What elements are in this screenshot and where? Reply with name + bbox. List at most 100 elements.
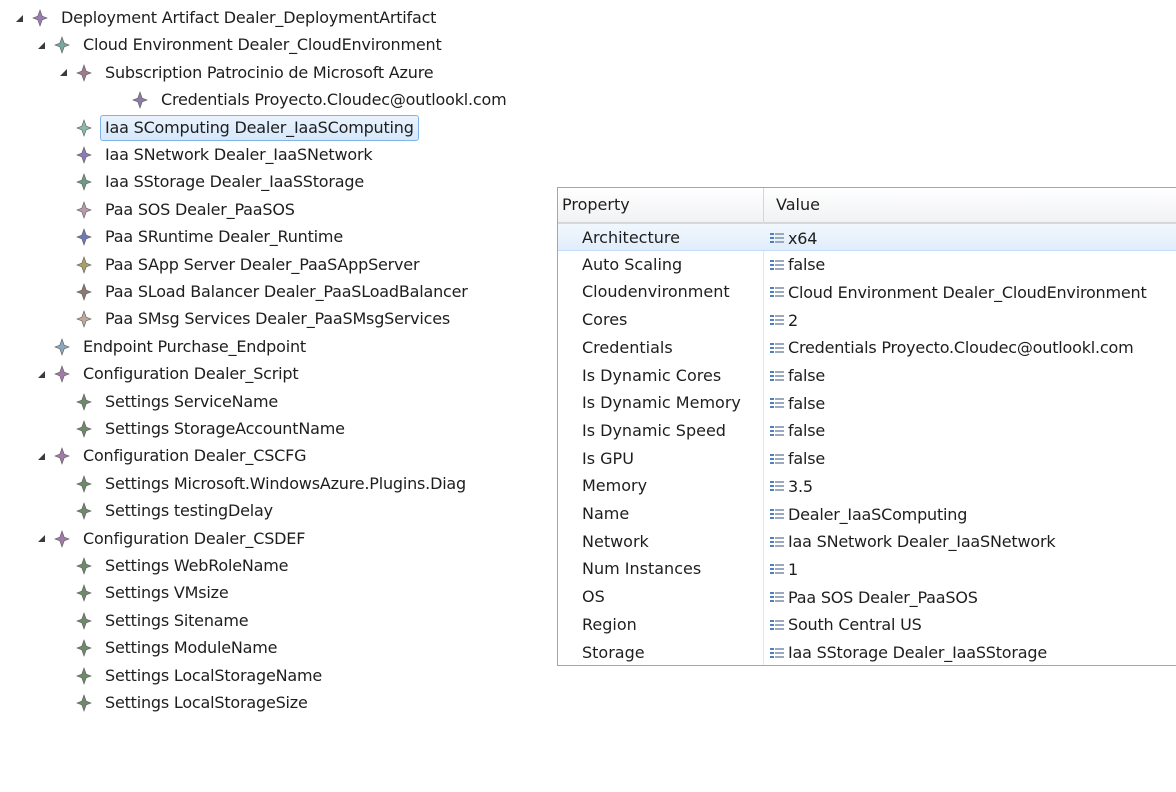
tree-item-configuration-dealer-cscfg[interactable]: Configuration Dealer_CSCFG [34, 442, 311, 470]
tree-item-credentials-proyecto-cloudec-outlookl-com[interactable]: Credentials Proyecto.Cloudec@outlookl.co… [112, 86, 511, 114]
property-value-icon [770, 481, 784, 492]
property-value-text: South Central US [788, 615, 922, 635]
tree-item-settings-testingdelay[interactable]: Settings testingDelay [56, 497, 278, 525]
property-name: Is Dynamic Speed [582, 420, 726, 440]
property-value[interactable]: 3.5 [770, 472, 813, 500]
tree-item-deployment-artifact-dealer-deploymentartifact[interactable]: Deployment Artifact Dealer_DeploymentArt… [12, 4, 441, 32]
tree-item-label: Settings LocalStorageSize [105, 693, 308, 712]
expand-triangle-icon[interactable] [34, 525, 48, 553]
expand-triangle-icon[interactable] [34, 31, 48, 59]
property-row-num-instances[interactable]: Num Instances 1 [558, 555, 1176, 583]
property-value[interactable]: Iaa SNetwork Dealer_IaaSNetwork [770, 528, 1056, 556]
property-value[interactable]: false [770, 389, 825, 417]
property-value-icon [770, 259, 784, 270]
tree-item-paa-sload-balancer-dealer-paasloadbalancer[interactable]: Paa SLoad Balancer Dealer_PaaSLoadBalanc… [56, 278, 473, 306]
property-value[interactable]: 1 [770, 555, 798, 583]
property-value[interactable]: x64 [770, 224, 817, 252]
tree-item-label: Paa SLoad Balancer Dealer_PaaSLoadBalanc… [105, 282, 468, 301]
diamond-node-icon [76, 146, 92, 164]
tree-item-settings-sitename[interactable]: Settings Sitename [56, 607, 253, 635]
property-value[interactable]: Dealer_IaaSComputing [770, 500, 967, 528]
tree-item-settings-localstoragename[interactable]: Settings LocalStorageName [56, 662, 327, 690]
diamond-node-icon [76, 173, 92, 192]
tree-item-settings-webrolename[interactable]: Settings WebRoleName [56, 552, 293, 580]
diamond-node-icon [76, 283, 92, 301]
property-row-architecture[interactable]: Architecture x64 [558, 223, 1176, 251]
property-row-is-dynamic-memory[interactable]: Is Dynamic Memory false [558, 389, 1176, 417]
tree-item-iaa-scomputing-dealer-iaascomputing[interactable]: Iaa SComputing Dealer_IaaSComputing [56, 114, 419, 142]
expand-triangle-icon[interactable] [12, 4, 26, 32]
property-column-header[interactable]: Property [562, 188, 762, 222]
property-row-name[interactable]: Name Dealer_IaaSComputing [558, 500, 1176, 528]
property-value[interactable]: false [770, 417, 825, 445]
property-value[interactable]: false [770, 362, 825, 390]
property-name: Architecture [582, 228, 680, 247]
tree-item-settings-modulename[interactable]: Settings ModuleName [56, 634, 282, 662]
property-value-text: x64 [788, 228, 818, 248]
property-row-is-dynamic-cores[interactable]: Is Dynamic Cores false [558, 362, 1176, 390]
property-row-cloudenvironment[interactable]: Cloudenvironment Cloud Environment Dealer… [558, 278, 1176, 306]
diamond-node-icon [76, 118, 92, 137]
property-row-auto-scaling[interactable]: Auto Scaling false [558, 251, 1176, 279]
tree-item-settings-localstoragesize[interactable]: Settings LocalStorageSize [56, 689, 313, 717]
property-value[interactable]: Credentials Proyecto.Cloudec@outlookl.co… [770, 334, 1134, 362]
tree-item-paa-sruntime-dealer-runtime[interactable]: Paa SRuntime Dealer_Runtime [56, 223, 348, 251]
property-value-text: Dealer_IaaSComputing [788, 504, 968, 524]
tree-item-settings-servicename[interactable]: Settings ServiceName [56, 388, 283, 416]
column-divider[interactable] [763, 188, 764, 222]
property-row-storage[interactable]: Storage Iaa SStorage Dealer_IaaSStorage [558, 639, 1176, 666]
tree-item-label: Settings testingDelay [105, 501, 273, 521]
tree-item-label: Iaa SComputing Dealer_IaaSComputing [100, 114, 419, 141]
tree-item-configuration-dealer-csdef[interactable]: Configuration Dealer_CSDEF [34, 525, 310, 553]
tree-item-paa-sapp-server-dealer-paasappserver[interactable]: Paa SApp Server Dealer_PaaSAppServer [56, 251, 424, 279]
diamond-node-icon [132, 91, 148, 110]
tree-item-configuration-dealer-script[interactable]: Configuration Dealer_Script [34, 360, 303, 388]
property-value[interactable]: Cloud Environment Dealer_CloudEnvironmen… [770, 278, 1147, 306]
property-row-network[interactable]: Network Iaa SNetwork Dealer_IaaSNetwork [558, 528, 1176, 556]
property-name: Is GPU [582, 448, 634, 468]
property-row-region[interactable]: Region South Central US [558, 611, 1176, 639]
tree-item-settings-microsoft-windowsazure-plugins-diag[interactable]: Settings Microsoft.WindowsAzure.Plugins.… [56, 470, 471, 498]
property-name: OS [582, 587, 605, 607]
diamond-node-icon [54, 529, 70, 548]
properties-header: Property Value [558, 188, 1176, 223]
tree-item-settings-vmsize[interactable]: Settings VMsize [56, 579, 234, 607]
tree-item-paa-sos-dealer-paasos[interactable]: Paa SOS Dealer_PaaSOS [56, 196, 300, 224]
expand-triangle-icon[interactable] [34, 360, 48, 388]
property-row-is-gpu[interactable]: Is GPU false [558, 445, 1176, 473]
property-value[interactable]: 2 [770, 306, 798, 334]
property-row-memory[interactable]: Memory 3.5 [558, 472, 1176, 500]
property-value[interactable]: Paa SOS Dealer_PaaSOS [770, 583, 978, 611]
property-row-cores[interactable]: Cores 2 [558, 306, 1176, 334]
property-row-credentials[interactable]: Credentials Credentials Proyecto.Cloudec@… [558, 334, 1176, 362]
diamond-node-icon [54, 365, 70, 384]
tree-item-subscription-patrocinio-de-microsoft-azure[interactable]: Subscription Patrocinio de Microsoft Azu… [56, 59, 438, 87]
property-value[interactable]: false [770, 251, 825, 279]
property-row-os[interactable]: OS Paa SOS Dealer_PaaSOS [558, 583, 1176, 611]
diamond-node-icon [76, 474, 92, 493]
value-column-header[interactable]: Value [776, 188, 820, 222]
expand-triangle-icon[interactable] [34, 442, 48, 470]
property-row-is-dynamic-speed[interactable]: Is Dynamic Speed false [558, 417, 1176, 445]
tree-item-label: Deployment Artifact Dealer_DeploymentArt… [61, 8, 437, 27]
property-value[interactable]: false [770, 445, 825, 473]
tree-item-endpoint-purchase-endpoint[interactable]: Endpoint Purchase_Endpoint [34, 333, 311, 361]
property-value-icon [770, 647, 784, 658]
tree-item-iaa-sstorage-dealer-iaasstorage[interactable]: Iaa SStorage Dealer_IaaSStorage [56, 168, 369, 196]
tree-item-iaa-snetwork-dealer-iaasnetwork[interactable]: Iaa SNetwork Dealer_IaaSNetwork [56, 141, 377, 169]
property-name: Cloudenvironment [582, 282, 730, 302]
tree-item-cloud-environment-dealer-cloudenvironment[interactable]: Cloud Environment Dealer_CloudEnvironmen… [34, 31, 447, 59]
property-value[interactable]: Iaa SStorage Dealer_IaaSStorage [770, 639, 1047, 666]
tree-item-label: Credentials Proyecto.Cloudec@outlookl.co… [161, 90, 507, 110]
property-name: Num Instances [582, 559, 702, 579]
property-name: Is Dynamic Memory [582, 393, 741, 413]
property-name: Is Dynamic Cores [582, 365, 722, 385]
expand-triangle-icon[interactable] [56, 59, 70, 87]
property-value[interactable]: South Central US [770, 611, 922, 639]
tree-item-settings-storageaccountname[interactable]: Settings StorageAccountName [56, 415, 350, 443]
tree-item-paa-smsg-services-dealer-paasmsgservices[interactable]: Paa SMsg Services Dealer_PaaSMsgServices [56, 305, 455, 333]
